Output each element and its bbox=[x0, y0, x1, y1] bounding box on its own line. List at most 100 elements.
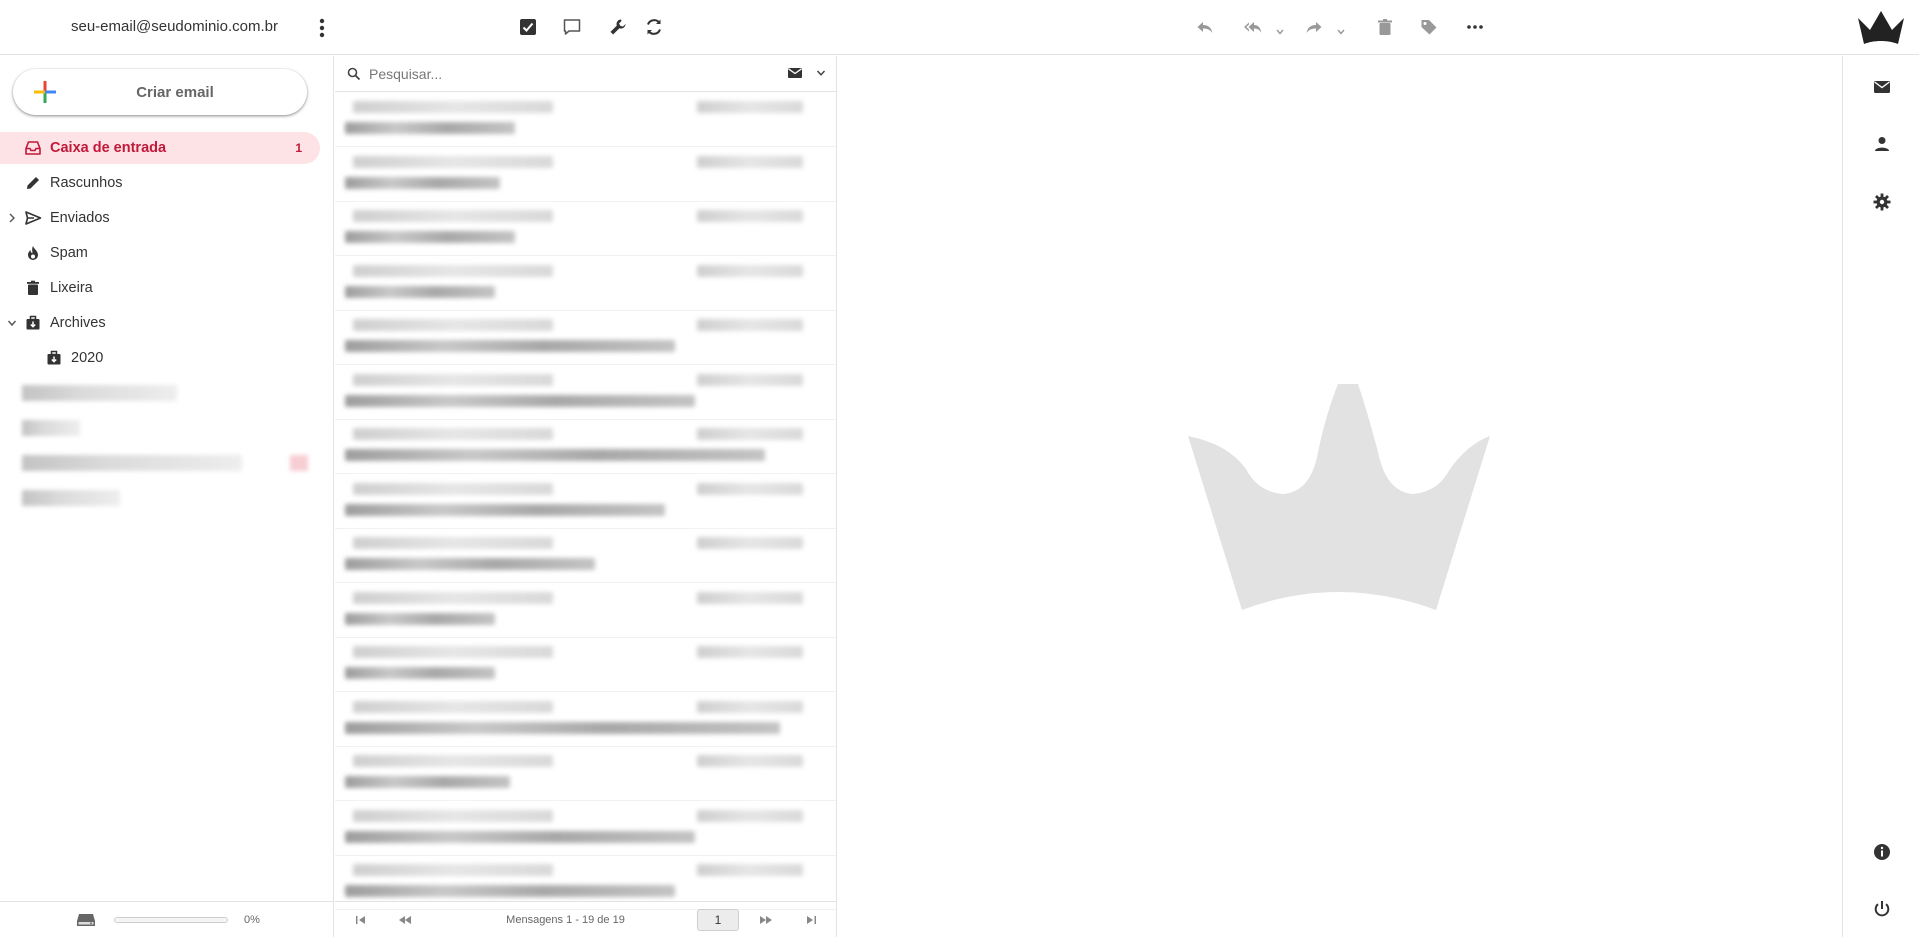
message-sender-obscured bbox=[353, 264, 553, 277]
logo-crown-icon bbox=[1856, 8, 1906, 48]
folder-label: 2020 bbox=[71, 350, 104, 366]
settings-gear-icon[interactable] bbox=[1872, 192, 1892, 212]
envelope-filter-icon[interactable] bbox=[787, 66, 803, 80]
folder-label: Lixeira bbox=[50, 280, 93, 296]
search-options-dropdown-icon[interactable] bbox=[816, 68, 826, 78]
message-date-obscured bbox=[697, 428, 803, 440]
top-toolbar: seu-email@seudominio.com.br bbox=[0, 0, 1919, 55]
message-row[interactable] bbox=[335, 257, 836, 311]
chevron-down-icon[interactable] bbox=[7, 317, 17, 329]
page-number-input[interactable] bbox=[697, 909, 739, 931]
options-icon[interactable] bbox=[605, 14, 631, 40]
message-date-obscured bbox=[697, 591, 803, 604]
more-icon[interactable] bbox=[1462, 14, 1488, 40]
message-row[interactable] bbox=[335, 93, 836, 147]
message-sender-obscured bbox=[353, 428, 553, 440]
message-date-obscured bbox=[697, 700, 803, 713]
message-sender-obscured bbox=[353, 700, 553, 713]
search-bar bbox=[335, 56, 836, 92]
reply-all-icon[interactable] bbox=[1240, 14, 1266, 40]
message-subject-obscured bbox=[345, 394, 695, 407]
obscured-folder[interactable] bbox=[22, 420, 80, 436]
tag-icon[interactable] bbox=[1416, 14, 1442, 40]
folder-inbox[interactable]: Caixa de entrada 1 bbox=[0, 132, 320, 164]
message-subject-obscured bbox=[345, 558, 595, 570]
message-subject-obscured bbox=[345, 340, 675, 352]
message-date-obscured bbox=[697, 264, 803, 277]
info-icon[interactable] bbox=[1872, 842, 1892, 862]
message-date-obscured bbox=[697, 809, 803, 822]
message-subject-obscured bbox=[345, 612, 495, 625]
compose-button[interactable]: Criar email bbox=[13, 69, 307, 115]
thread-icon[interactable] bbox=[559, 14, 585, 40]
folder-trash[interactable]: Lixeira bbox=[0, 272, 320, 304]
contacts-icon[interactable] bbox=[1872, 134, 1892, 154]
message-subject-obscured bbox=[345, 231, 515, 243]
trash-icon bbox=[27, 280, 39, 295]
message-row[interactable] bbox=[335, 202, 836, 256]
account-menu-icon[interactable] bbox=[313, 17, 331, 39]
message-date-obscured bbox=[697, 482, 803, 495]
forward-dropdown-icon[interactable] bbox=[1336, 27, 1346, 37]
folder-archives-2020[interactable]: 2020 bbox=[0, 342, 320, 374]
obscured-folder[interactable] bbox=[22, 455, 242, 471]
message-subject-obscured bbox=[345, 721, 780, 734]
message-sender-obscured bbox=[353, 809, 553, 822]
account-email: seu-email@seudominio.com.br bbox=[71, 18, 278, 35]
message-sender-obscured bbox=[353, 537, 553, 549]
message-row[interactable] bbox=[335, 584, 836, 638]
message-sender-obscured bbox=[353, 755, 553, 767]
message-subject-obscured bbox=[345, 885, 675, 897]
message-row[interactable] bbox=[335, 747, 836, 801]
message-subject-obscured bbox=[345, 667, 495, 679]
pagination-bar: Mensagens 1 - 19 de 19 bbox=[335, 901, 836, 937]
folder-spam[interactable]: Spam bbox=[0, 237, 320, 269]
message-row[interactable] bbox=[335, 638, 836, 692]
storage-quota: 0% bbox=[0, 901, 334, 937]
folder-drafts[interactable]: Rascunhos bbox=[0, 167, 320, 199]
message-row[interactable] bbox=[335, 148, 836, 202]
message-sender-obscured bbox=[353, 864, 553, 876]
archive-icon bbox=[26, 315, 40, 330]
message-row[interactable] bbox=[335, 366, 836, 420]
chevron-right-icon[interactable] bbox=[7, 212, 17, 224]
obscured-folder[interactable] bbox=[22, 385, 177, 401]
message-row[interactable] bbox=[335, 420, 836, 474]
last-page-icon[interactable] bbox=[803, 912, 819, 928]
folder-sent[interactable]: Enviados bbox=[0, 202, 320, 234]
obscured-folder[interactable] bbox=[22, 490, 120, 506]
search-icon bbox=[347, 67, 361, 81]
message-date-obscured bbox=[697, 155, 803, 168]
send-icon bbox=[25, 211, 42, 225]
folder-archives[interactable]: Archives bbox=[0, 307, 320, 339]
next-page-icon[interactable] bbox=[758, 912, 774, 928]
forward-icon[interactable] bbox=[1301, 14, 1327, 40]
storage-usage-bar bbox=[114, 917, 228, 923]
unread-count-badge: 1 bbox=[295, 141, 302, 155]
folder-label: Rascunhos bbox=[50, 175, 123, 191]
pencil-icon bbox=[27, 177, 39, 189]
mail-icon[interactable] bbox=[1872, 77, 1892, 97]
message-row[interactable] bbox=[335, 311, 836, 365]
folder-label: Enviados bbox=[50, 210, 110, 226]
refresh-icon[interactable] bbox=[641, 14, 667, 40]
select-icon[interactable] bbox=[515, 14, 541, 40]
delete-icon[interactable] bbox=[1372, 14, 1398, 40]
message-sender-obscured bbox=[353, 319, 553, 331]
message-date-obscured bbox=[697, 646, 803, 658]
archive-icon bbox=[47, 350, 61, 365]
message-row[interactable] bbox=[335, 802, 836, 856]
reply-all-dropdown-icon[interactable] bbox=[1275, 27, 1285, 37]
right-rail bbox=[1842, 56, 1919, 937]
message-sender-obscured bbox=[353, 591, 553, 604]
search-input[interactable] bbox=[369, 63, 769, 85]
logout-power-icon[interactable] bbox=[1872, 899, 1892, 919]
reply-icon[interactable] bbox=[1192, 14, 1218, 40]
message-subject-obscured bbox=[345, 503, 665, 516]
message-subject-obscured bbox=[345, 830, 695, 843]
message-row[interactable] bbox=[335, 475, 836, 529]
message-sender-obscured bbox=[353, 646, 553, 658]
message-row[interactable] bbox=[335, 693, 836, 747]
message-row[interactable] bbox=[335, 529, 836, 583]
message-date-obscured bbox=[697, 373, 803, 386]
